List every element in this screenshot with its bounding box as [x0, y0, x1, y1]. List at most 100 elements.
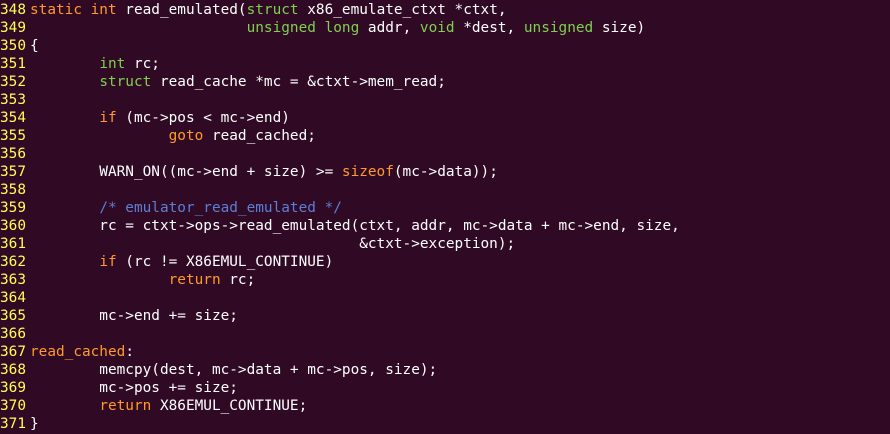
- line-number: 354: [0, 109, 30, 127]
- code-line: 357 WARN_ON((mc->end + size) >= sizeof(m…: [0, 163, 680, 181]
- token: (mc->data));: [393, 164, 498, 180]
- code-text: return X86EMUL_CONTINUE;: [30, 398, 307, 414]
- token: {: [30, 38, 39, 54]
- code-line: 349 unsigned long addr, void *dest, unsi…: [0, 19, 680, 37]
- code-line: 364: [0, 289, 680, 307]
- token-type: unsigned long: [246, 20, 360, 36]
- code-text: int rc;: [30, 56, 160, 72]
- code-text: mc->end += size;: [30, 308, 238, 324]
- code-text: &ctxt->exception);: [30, 236, 515, 252]
- line-number-text: 366: [0, 326, 26, 342]
- line-number-text: 358: [0, 182, 26, 198]
- token: &ctxt->exception);: [30, 236, 516, 252]
- token-type: struct: [99, 74, 152, 90]
- code-text: return rc;: [30, 272, 256, 288]
- token: *dest,: [454, 20, 524, 36]
- code-line: 353: [0, 91, 680, 109]
- code-line: 370 return X86EMUL_CONTINUE;: [0, 397, 680, 415]
- line-number: 370: [0, 397, 30, 415]
- code-line: 352 struct read_cache *mc = &ctxt->mem_r…: [0, 73, 680, 91]
- code-line: 362 if (rc != X86EMUL_CONTINUE): [0, 253, 680, 271]
- line-number: 359: [0, 199, 30, 217]
- token: mc->pos += size;: [30, 380, 238, 396]
- token-type: struct: [246, 2, 299, 18]
- code-text: if (rc != X86EMUL_CONTINUE): [30, 254, 333, 270]
- code-text: {: [30, 38, 39, 54]
- token: read_cache *mc = &ctxt->mem_read;: [151, 74, 446, 90]
- code-text: goto read_cached;: [30, 128, 316, 144]
- line-number-text: 352: [0, 74, 26, 90]
- line-number-text: 359: [0, 200, 26, 216]
- code-line: 361 &ctxt->exception);: [0, 235, 680, 253]
- line-number-text: 354: [0, 110, 26, 126]
- terminal-window[interactable]: 348 static int read_emulated(struct x86_e…: [0, 0, 890, 434]
- code-line: 365 mc->end += size;: [0, 307, 680, 325]
- code-line: 354 if (mc->pos < mc->end): [0, 109, 680, 127]
- line-number-text: 364: [0, 290, 26, 306]
- token-keyword: if: [99, 254, 117, 270]
- line-number: 371: [0, 415, 30, 433]
- code-text: mc->pos += size;: [30, 380, 238, 396]
- token-comment: /* emulator_read_emulated */: [99, 200, 342, 216]
- token: addr,: [359, 20, 420, 36]
- line-number-text: 371: [0, 416, 26, 432]
- line-number: 348: [0, 1, 30, 19]
- token: size): [593, 20, 646, 36]
- line-number: 369: [0, 379, 30, 397]
- code-text: if (mc->pos < mc->end): [30, 110, 290, 126]
- token: rc = ctxt->ops->read_emulated(ctxt, addr…: [30, 218, 680, 234]
- token-type: int: [99, 56, 126, 72]
- code-line: 371}: [0, 415, 680, 433]
- token: }: [30, 416, 39, 432]
- line-number-text: 348: [0, 2, 26, 18]
- code-line: 348 static int read_emulated(struct x86_e…: [0, 1, 680, 19]
- code-line: 351 int rc;: [0, 55, 680, 73]
- token-keyword: read_cached: [30, 344, 126, 360]
- line-number-text: 356: [0, 146, 26, 162]
- line-number-text: 360: [0, 218, 26, 234]
- line-number: 358: [0, 181, 30, 199]
- line-number: 365: [0, 307, 30, 325]
- line-number: 349: [0, 19, 30, 37]
- code-line: 367 read_cached:: [0, 343, 680, 361]
- token: WARN_ON((mc->end + size) >=: [30, 164, 342, 180]
- line-number-text: 363: [0, 272, 26, 288]
- line-number: 361: [0, 235, 30, 253]
- line-number: 360: [0, 217, 30, 235]
- token-keyword: goto: [168, 128, 204, 144]
- line-number-text: 370: [0, 398, 26, 414]
- token: x86_emulate_ctxt *ctxt,: [298, 2, 507, 18]
- code-line: 368 memcpy(dest, mc->data + mc->pos, siz…: [0, 361, 680, 379]
- code-text: memcpy(dest, mc->data + mc->pos, size);: [30, 362, 437, 378]
- line-number-text: 367: [0, 344, 26, 360]
- line-number: 355: [0, 127, 30, 145]
- code-editor[interactable]: 348 static int read_emulated(struct x86_e…: [0, 1, 680, 433]
- code-text: unsigned long addr, void *dest, unsigned…: [30, 20, 646, 36]
- line-number-text: 361: [0, 236, 26, 252]
- line-number-text: 351: [0, 56, 26, 72]
- code-line: 360 rc = ctxt->ops->read_emulated(ctxt, …: [0, 217, 680, 235]
- line-number: 352: [0, 73, 30, 91]
- code-line: 366: [0, 325, 680, 343]
- code-line: 358: [0, 181, 680, 199]
- code-line: 369 mc->pos += size;: [0, 379, 680, 397]
- line-number: 367: [0, 343, 30, 361]
- line-number: 364: [0, 289, 30, 307]
- line-number: 362: [0, 253, 30, 271]
- token: read_cached;: [203, 128, 316, 144]
- line-number-text: 362: [0, 254, 26, 270]
- line-number: 366: [0, 325, 30, 343]
- code-line: 355 goto read_cached;: [0, 127, 680, 145]
- code-line: 356: [0, 145, 680, 163]
- code-text: rc = ctxt->ops->read_emulated(ctxt, addr…: [30, 218, 680, 234]
- line-number: 368: [0, 361, 30, 379]
- code-text: /* emulator_read_emulated */: [30, 200, 342, 216]
- line-number-text: 353: [0, 92, 26, 108]
- token: rc;: [125, 56, 160, 72]
- code-line: 359 /* emulator_read_emulated */: [0, 199, 680, 217]
- line-number: 350: [0, 37, 30, 55]
